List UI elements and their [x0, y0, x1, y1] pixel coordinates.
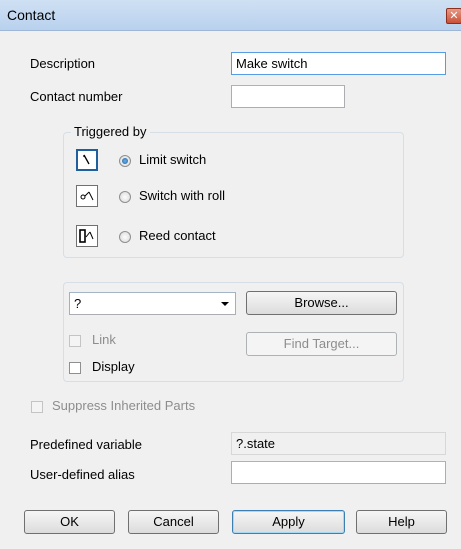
cancel-button[interactable]: Cancel [128, 510, 219, 534]
limit-switch-icon[interactable] [76, 149, 98, 171]
help-button[interactable]: Help [356, 510, 447, 534]
display-label[interactable]: Display [92, 359, 135, 374]
contact-number-field[interactable] [231, 85, 345, 108]
predefined-variable-label: Predefined variable [30, 437, 143, 452]
triggered-by-group [63, 132, 404, 258]
switch-with-roll-label[interactable]: Switch with roll [139, 188, 225, 203]
ok-button[interactable]: OK [24, 510, 115, 534]
reed-contact-icon[interactable] [76, 225, 98, 247]
find-target-button[interactable]: Find Target... [246, 332, 397, 356]
description-label: Description [30, 56, 96, 71]
title-bar [0, 0, 461, 31]
switch-with-roll-glyph [80, 191, 94, 201]
chevron-down-icon[interactable] [221, 302, 229, 306]
apply-button[interactable]: Apply [232, 510, 345, 534]
reed-contact-label[interactable]: Reed contact [139, 228, 216, 243]
user-defined-alias-field[interactable] [231, 461, 446, 484]
switch-with-roll-radio[interactable] [119, 191, 131, 203]
contact-number-label: Contact number [30, 89, 123, 104]
limit-switch-radio[interactable] [119, 155, 131, 167]
display-checkbox[interactable] [69, 362, 81, 374]
description-field[interactable]: Make switch [231, 52, 446, 75]
link-checkbox[interactable] [69, 335, 81, 347]
target-combobox[interactable]: ? [69, 292, 236, 315]
user-defined-alias-label: User-defined alias [30, 467, 135, 482]
suppress-inherited-checkbox[interactable] [31, 401, 43, 413]
reed-contact-glyph [79, 229, 94, 243]
target-combobox-value: ? [74, 296, 82, 311]
close-icon[interactable]: ✕ [446, 8, 461, 24]
browse-button[interactable]: Browse... [246, 291, 397, 315]
window-title: Contact [7, 7, 56, 23]
triggered-by-title: Triggered by [71, 124, 150, 139]
link-label: Link [92, 332, 116, 347]
limit-switch-label[interactable]: Limit switch [139, 152, 206, 167]
reed-contact-radio[interactable] [119, 231, 131, 243]
limit-switch-glyph [83, 154, 90, 165]
predefined-variable-field: ?.state [231, 432, 446, 455]
suppress-inherited-label: Suppress Inherited Parts [52, 398, 196, 413]
switch-with-roll-icon[interactable] [76, 185, 98, 207]
